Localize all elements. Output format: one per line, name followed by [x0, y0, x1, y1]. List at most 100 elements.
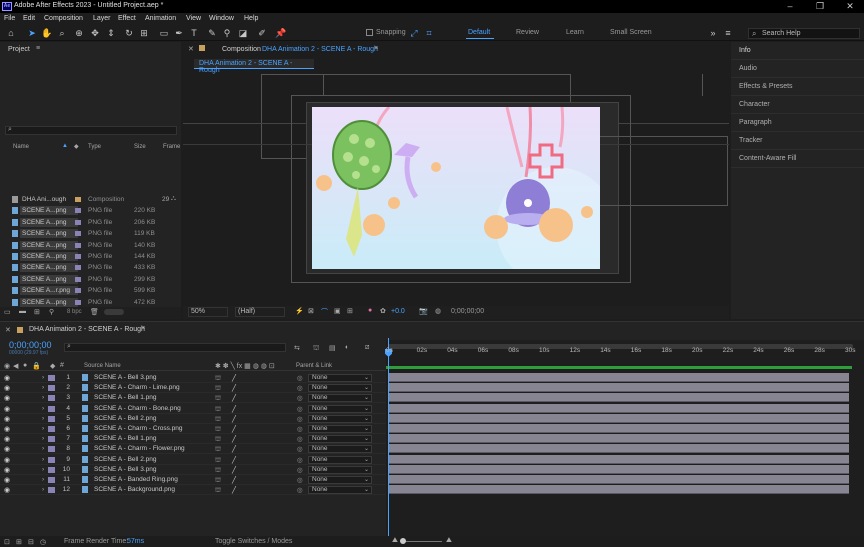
- workspace-default[interactable]: Default: [468, 29, 490, 36]
- color-management-icon[interactable]: ✿: [380, 307, 386, 315]
- pick-whip-icon[interactable]: ◎: [297, 456, 303, 464]
- column-source-name[interactable]: Source Name: [84, 363, 121, 369]
- hand-tool-icon[interactable]: ✋: [41, 27, 53, 39]
- visibility-eye-icon[interactable]: ◉: [4, 456, 10, 464]
- expand-chevron-icon[interactable]: ›: [42, 415, 44, 422]
- label-color-swatch[interactable]: [75, 197, 81, 202]
- expand-chevron-icon[interactable]: ›: [42, 374, 44, 381]
- interpret-footage-icon[interactable]: ▭: [4, 308, 11, 316]
- new-composition-icon[interactable]: ⊞: [34, 308, 40, 316]
- expand-chevron-icon[interactable]: ›: [42, 425, 44, 432]
- parent-select[interactable]: None: [308, 455, 372, 464]
- column-type[interactable]: Type: [88, 144, 101, 150]
- visibility-eye-icon[interactable]: ◉: [4, 435, 10, 443]
- layer-label-color[interactable]: [48, 456, 55, 463]
- visibility-eye-icon[interactable]: ◉: [4, 374, 10, 382]
- chevron-down-icon[interactable]: ⌄: [364, 425, 369, 432]
- anchor-point-tool-icon[interactable]: ⊞: [138, 27, 150, 39]
- quality-switch-icon[interactable]: ╱: [232, 425, 236, 433]
- timeline-tab-label[interactable]: DHA Animation 2 - SCENE A - Rough: [29, 326, 145, 333]
- shy-switch-icon[interactable]: ⛫: [215, 394, 221, 403]
- snapshot-icon[interactable]: 📷: [419, 307, 428, 315]
- eraser-tool-icon[interactable]: ◪: [237, 27, 249, 39]
- shy-switch-icon[interactable]: ⛫: [215, 456, 221, 465]
- menu-composition[interactable]: Composition: [44, 15, 83, 22]
- expand-chevron-icon[interactable]: ›: [42, 466, 44, 473]
- composition-mini-flowchart-icon[interactable]: ⇆: [294, 344, 300, 352]
- chevron-down-icon[interactable]: ⌄: [364, 384, 369, 391]
- layer-row[interactable]: ◉ › 3 SCENE A - Bell 1.png ⛫ ╱ ◎ None ⌄: [0, 393, 386, 404]
- layer-source-name[interactable]: SCENE A - Bell 1.png: [94, 435, 157, 442]
- timeline-search-input[interactable]: ⌕: [64, 343, 286, 352]
- quality-switch-icon[interactable]: ╱: [232, 435, 236, 443]
- workspace-menu-icon[interactable]: ≡: [722, 27, 734, 39]
- toggle-in-out-icon[interactable]: ⊟: [28, 538, 34, 546]
- type-tool-icon[interactable]: T: [188, 27, 200, 39]
- toggle-layer-switches-icon[interactable]: ⊡: [4, 538, 10, 546]
- layer-source-name[interactable]: SCENE A - Bell 3.png: [94, 374, 157, 381]
- project-item[interactable]: SCENE A...png PNG file 140 KB: [10, 240, 170, 251]
- project-item[interactable]: SCENE A...png PNG file 206 KB: [10, 217, 170, 228]
- zoom-out-icon[interactable]: ⛰: [392, 537, 398, 545]
- frame-blending-icon[interactable]: ▤: [329, 344, 336, 352]
- label-color-swatch[interactable]: [75, 288, 81, 294]
- selection-tool-icon[interactable]: ➤: [26, 27, 38, 39]
- layer-row[interactable]: ◉ › 7 SCENE A - Bell 1.png ⛫ ╱ ◎ None ⌄: [0, 434, 386, 445]
- project-search-input[interactable]: ⌕: [5, 126, 177, 135]
- chevron-down-icon[interactable]: ⌄: [364, 486, 369, 493]
- expand-chevron-icon[interactable]: ›: [42, 394, 44, 401]
- grid-guide-options-icon[interactable]: ⊞: [347, 307, 353, 315]
- brush-tool-icon[interactable]: ✎: [206, 27, 218, 39]
- shy-switch-icon[interactable]: ⛫: [215, 425, 221, 434]
- workspace-learn[interactable]: Learn: [566, 29, 584, 36]
- visibility-eye-icon[interactable]: ◉: [4, 445, 10, 453]
- pick-whip-icon[interactable]: ◎: [297, 374, 303, 382]
- toggle-transfer-controls-icon[interactable]: ⊞: [16, 538, 22, 546]
- workspace-review[interactable]: Review: [516, 29, 539, 36]
- chevron-down-icon[interactable]: ⌄: [364, 456, 369, 463]
- label-color-swatch[interactable]: [75, 299, 81, 305]
- workspace-small-screen[interactable]: Small Screen: [610, 29, 652, 36]
- parent-select[interactable]: None: [308, 445, 372, 454]
- layer-label-color[interactable]: [48, 436, 55, 443]
- chevron-down-icon[interactable]: ⌄: [364, 394, 369, 401]
- layer-source-name[interactable]: SCENE A - Banded Ring.png: [94, 476, 178, 483]
- panel-menu-icon[interactable]: ≡: [141, 325, 145, 332]
- bit-depth[interactable]: 8 bpc: [67, 309, 82, 315]
- show-snapshot-icon[interactable]: ◍: [435, 307, 441, 315]
- graph-editor-icon[interactable]: ⧄: [365, 344, 369, 352]
- pick-whip-icon[interactable]: ◎: [297, 445, 303, 453]
- panel-character[interactable]: Character: [731, 96, 864, 114]
- pen-tool-icon[interactable]: ✒: [173, 27, 185, 39]
- layer-duration-bar[interactable]: [389, 434, 849, 444]
- parent-select[interactable]: None: [308, 374, 372, 382]
- resolution-select[interactable]: (Half): [235, 307, 285, 317]
- quality-switch-icon[interactable]: ╱: [232, 394, 236, 402]
- menu-file[interactable]: File: [4, 15, 15, 22]
- close-icon[interactable]: ✕: [188, 45, 194, 53]
- region-of-interest-icon[interactable]: ▣: [334, 307, 341, 315]
- layer-duration-bar[interactable]: [389, 413, 849, 423]
- layer-duration-bar[interactable]: [389, 393, 849, 403]
- shy-switch-icon[interactable]: ⛫: [215, 405, 221, 414]
- layer-label-color[interactable]: [48, 446, 55, 453]
- visibility-eye-icon[interactable]: ◉: [4, 476, 10, 484]
- layer-row[interactable]: ◉ › 1 SCENE A - Bell 3.png ⛫ ╱ ◎ None ⌄: [0, 373, 386, 383]
- shy-switch-icon[interactable]: ⛫: [215, 435, 221, 444]
- transparency-grid-icon[interactable]: ⊠: [308, 307, 314, 315]
- project-panel-title[interactable]: Project: [8, 46, 30, 53]
- layer-source-name[interactable]: SCENE A - Charm - Flower.png: [94, 445, 185, 452]
- shy-switch-icon[interactable]: ⛫: [215, 476, 221, 485]
- shy-layers-icon[interactable]: ⛫: [313, 344, 319, 353]
- shy-switch-icon[interactable]: ⛫: [215, 445, 221, 454]
- panel-menu-icon[interactable]: ≡: [374, 45, 378, 52]
- project-item[interactable]: SCENE A...r.png PNG file 599 KB: [10, 285, 170, 296]
- home-icon[interactable]: ⌂: [5, 27, 17, 39]
- visibility-eye-icon[interactable]: ◉: [4, 486, 10, 494]
- parent-select[interactable]: None: [308, 394, 372, 403]
- shy-switch-icon[interactable]: ⛫: [215, 466, 221, 475]
- more-workspaces-icon[interactable]: »: [707, 27, 719, 39]
- column-parent-link[interactable]: Parent & Link: [296, 363, 332, 369]
- quality-switch-icon[interactable]: ╱: [232, 456, 236, 464]
- visibility-eye-icon[interactable]: ◉: [4, 394, 10, 402]
